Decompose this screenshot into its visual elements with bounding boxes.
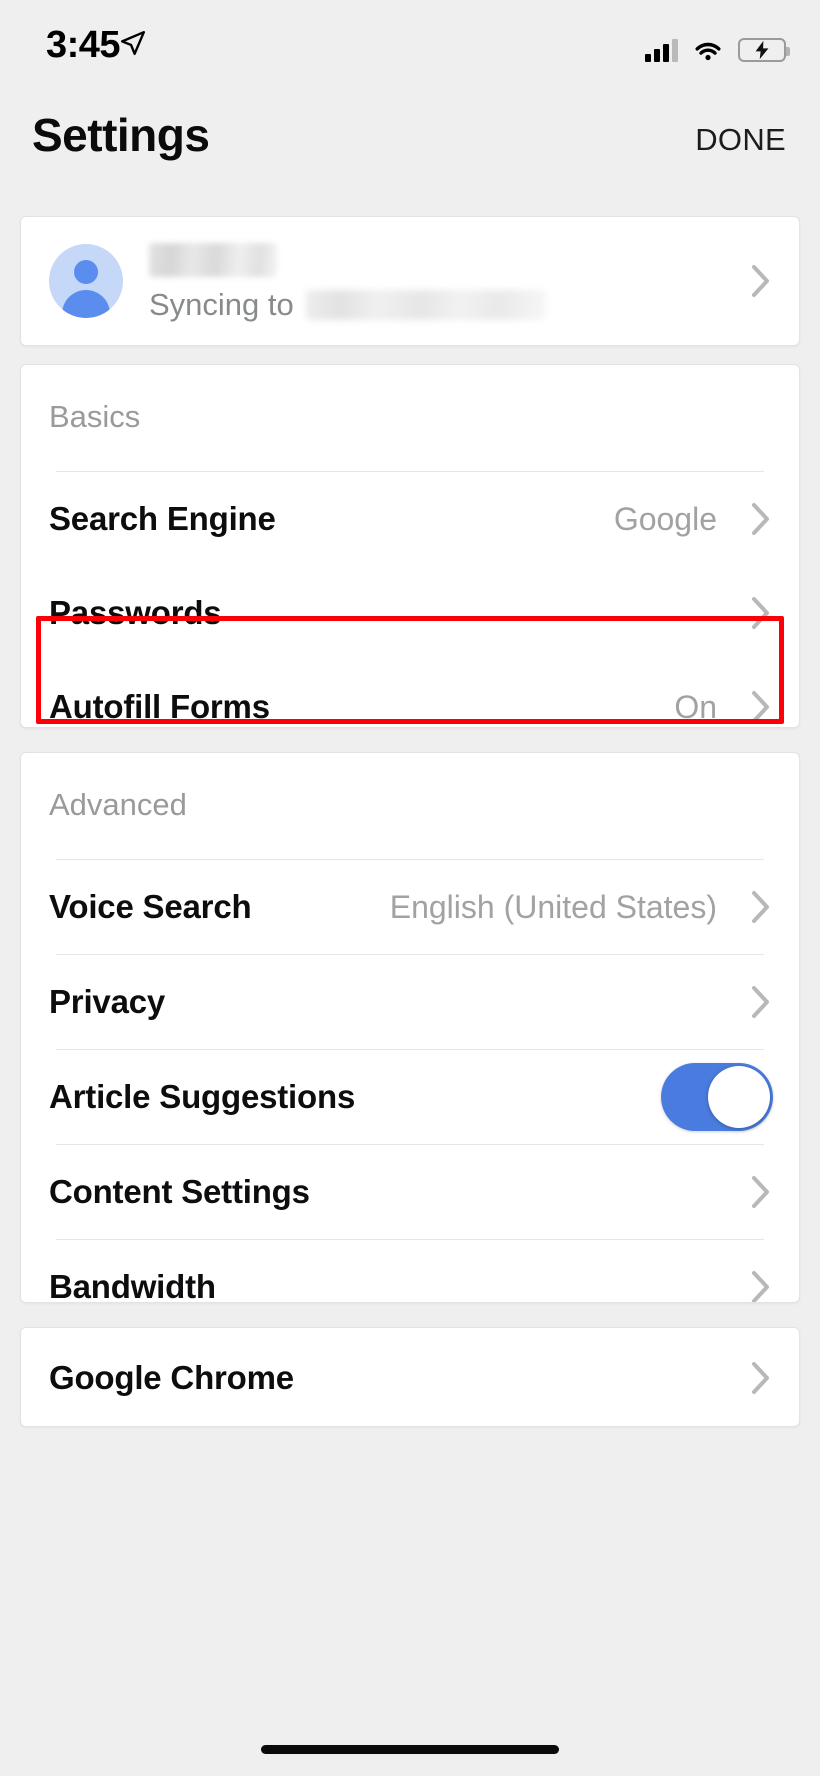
row-label: Privacy	[49, 983, 166, 1020]
advanced-card: Advanced Voice Search English (United St…	[20, 752, 800, 1303]
section-title-advanced: Advanced	[49, 787, 187, 822]
row-label: Article Suggestions	[49, 1078, 356, 1115]
row-label: Content Settings	[49, 1173, 310, 1210]
page-title: Settings	[32, 109, 210, 161]
row-value: Google	[613, 500, 717, 537]
settings-row-search-engine[interactable]: Search Engine Google	[21, 472, 799, 566]
settings-row-voice-search[interactable]: Voice Search English (United States)	[21, 860, 799, 954]
chevron-right-icon	[751, 1175, 771, 1209]
google-chrome-card[interactable]: Google Chrome	[20, 1327, 800, 1427]
wifi-icon	[692, 38, 724, 62]
row-label: Passwords	[49, 594, 222, 631]
cellular-signal-icon	[645, 38, 678, 62]
account-sync-line: Syncing to	[149, 287, 709, 323]
chevron-right-icon	[751, 690, 771, 724]
settings-row-autofill-forms[interactable]: Autofill Forms On	[21, 660, 799, 727]
account-row[interactable]: Syncing to	[21, 217, 799, 345]
chevron-right-icon	[751, 890, 771, 924]
account-email-redacted	[305, 290, 546, 320]
row-label: Search Engine	[49, 500, 276, 537]
status-bar-time: 3:45	[46, 24, 121, 66]
row-value: English (United States)	[389, 888, 717, 925]
settings-row-content-settings[interactable]: Content Settings	[21, 1145, 799, 1239]
chevron-right-icon	[751, 596, 771, 630]
account-text: Syncing to	[149, 243, 709, 323]
row-value: On	[674, 688, 717, 725]
page-header: Settings DONE	[0, 92, 820, 196]
status-bar-indicators	[645, 28, 790, 62]
chevron-right-icon	[751, 1361, 771, 1395]
settings-row-google-chrome[interactable]: Google Chrome	[21, 1328, 799, 1426]
location-arrow-icon	[120, 30, 146, 56]
sync-label: Syncing to	[149, 287, 294, 322]
row-label: Bandwidth	[49, 1268, 216, 1303]
section-header-basics: Basics	[21, 365, 799, 471]
account-card[interactable]: Syncing to	[20, 216, 800, 346]
article-suggestions-toggle[interactable]	[661, 1063, 773, 1131]
home-indicator[interactable]	[261, 1745, 559, 1754]
row-label: Voice Search	[49, 888, 252, 925]
chevron-right-icon	[751, 264, 771, 298]
settings-screen: 3:45 Settings DONE Syncing to Basics Sea…	[0, 0, 820, 1776]
settings-row-article-suggestions[interactable]: Article Suggestions	[21, 1050, 799, 1144]
row-label: Autofill Forms	[49, 688, 270, 725]
status-bar: 3:45	[0, 0, 820, 92]
battery-charging-icon	[738, 38, 790, 62]
chevron-right-icon	[751, 502, 771, 536]
chevron-right-icon	[751, 1270, 771, 1302]
avatar	[49, 244, 123, 318]
section-title-basics: Basics	[49, 399, 141, 434]
settings-row-passwords[interactable]: Passwords	[21, 566, 799, 660]
section-header-advanced: Advanced	[21, 753, 799, 859]
toggle-knob	[708, 1066, 770, 1128]
account-name-redacted	[149, 243, 277, 277]
basics-card: Basics Search Engine Google Passwords Au…	[20, 364, 800, 728]
chevron-right-icon	[751, 985, 771, 1019]
settings-row-bandwidth[interactable]: Bandwidth	[21, 1240, 799, 1303]
done-button[interactable]: DONE	[695, 122, 786, 158]
row-label: Google Chrome	[49, 1359, 294, 1396]
settings-row-privacy[interactable]: Privacy	[21, 955, 799, 1049]
